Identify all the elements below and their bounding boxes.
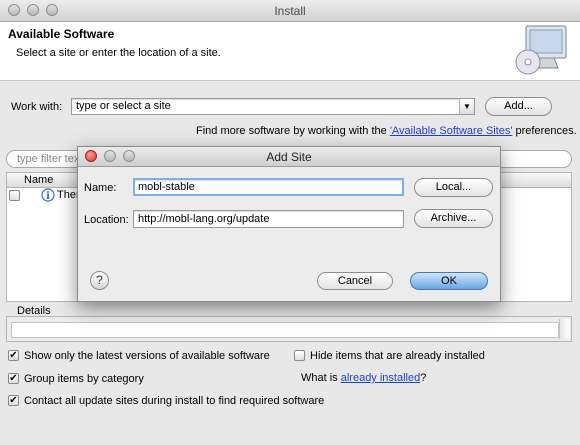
group-by-category-label: Group items by category <box>24 373 144 385</box>
hide-installed-checkbox[interactable] <box>294 350 305 361</box>
dialog-name-label: Name: <box>84 182 117 194</box>
banner-subtitle: Select a site or enter the location of a… <box>16 47 221 59</box>
what-is-prefix: What is <box>301 372 341 384</box>
help-icon[interactable]: ? <box>90 271 109 290</box>
site-name-input[interactable]: mobl-stable <box>133 178 404 196</box>
dropdown-arrow-icon[interactable]: ▼ <box>459 99 474 114</box>
column-name-header[interactable]: Name <box>24 174 53 186</box>
hide-installed-label: Hide items that are already installed <box>310 350 485 362</box>
table-row-checkbox[interactable] <box>9 190 20 201</box>
available-software-sites-link[interactable]: 'Available Software Sites' <box>390 125 513 137</box>
details-content <box>11 322 559 338</box>
site-location-input[interactable]: http://mobl-lang.org/update <box>133 210 404 228</box>
group-by-category-checkbox[interactable]: ✔ <box>8 373 19 384</box>
what-is-suffix: ? <box>420 372 427 384</box>
find-more-suffix: preferences. <box>512 125 577 137</box>
checkmark-icon: ✔ <box>9 350 18 361</box>
info-icon: i <box>41 188 55 202</box>
details-scrollbar[interactable] <box>559 319 570 339</box>
window-title: Install <box>274 4 306 18</box>
checkmark-icon: ✔ <box>9 395 18 406</box>
svg-text:i: i <box>46 191 50 202</box>
find-more-prefix: Find more software by working with the <box>196 125 390 137</box>
site-name-value: mobl-stable <box>138 181 195 193</box>
cancel-button[interactable]: Cancel <box>317 272 393 290</box>
add-site-button[interactable]: Add... <box>485 97 552 116</box>
show-latest-checkbox[interactable]: ✔ <box>8 350 19 361</box>
show-latest-label: Show only the latest versions of availab… <box>24 350 270 362</box>
filter-placeholder: type filter tex <box>17 153 80 165</box>
site-location-value: http://mobl-lang.org/update <box>138 213 270 225</box>
already-installed-link[interactable]: already installed <box>341 372 421 384</box>
banner-title: Available Software <box>8 27 115 41</box>
install-computer-icon <box>515 25 567 75</box>
what-is-installed-text: What is already installed? <box>301 372 426 384</box>
dialog-location-label: Location: <box>84 214 129 226</box>
find-more-text: Find more software by working with the '… <box>196 125 577 137</box>
checkmark-icon: ✔ <box>9 373 18 384</box>
dialog-title: Add Site <box>266 150 312 164</box>
work-with-combo[interactable]: type or select a site ▼ <box>71 98 475 115</box>
archive-button[interactable]: Archive... <box>414 209 493 228</box>
details-box <box>6 316 572 342</box>
contact-all-sites-label: Contact all update sites during install … <box>24 395 325 407</box>
ok-button[interactable]: OK <box>410 272 488 290</box>
local-button[interactable]: Local... <box>414 178 493 197</box>
contact-all-sites-checkbox[interactable]: ✔ <box>8 395 19 406</box>
work-with-label: Work with: <box>11 101 63 113</box>
work-with-value: type or select a site <box>76 100 171 112</box>
